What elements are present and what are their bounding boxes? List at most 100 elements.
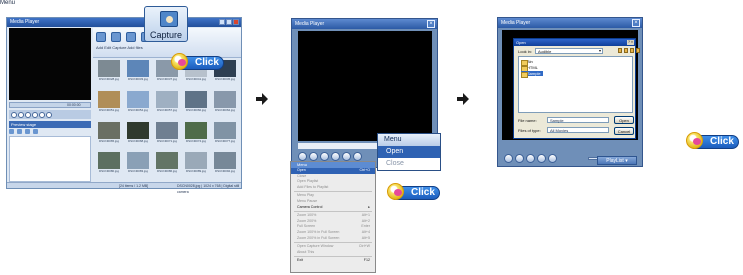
thumbnail-item[interactable]: DSCN0033.jpg [125, 60, 151, 86]
forward-icon[interactable] [353, 152, 362, 161]
thumbnail-caption: DSCN0065.jpg [98, 138, 119, 143]
thumbnail-caption: DSCN0057.jpg [156, 107, 177, 112]
thumbnail-item[interactable]: DSCN0074.jpg [183, 121, 209, 148]
folder-item-selected[interactable]: Sample [521, 71, 543, 78]
step1-window-title: Media Player [10, 19, 40, 25]
rewind-icon[interactable] [504, 154, 513, 163]
rewind-icon[interactable] [11, 111, 17, 118]
next-icon[interactable] [342, 152, 351, 161]
close-icon[interactable] [233, 19, 239, 25]
thumbnail-item[interactable]: DSCN0062.jpg [212, 90, 238, 117]
menu-item[interactable]: Add Files to Playlist [291, 185, 375, 191]
files-of-type-label: Files of type: [518, 128, 541, 133]
next-icon[interactable] [548, 154, 557, 163]
thumbnail-image [98, 152, 120, 170]
thumbnail-item[interactable]: DSCN0092.jpg [212, 152, 238, 178]
maximize-icon[interactable] [226, 19, 232, 25]
zoom-in-icon[interactable] [9, 129, 14, 134]
menu-list-rows: Open Ctrl+O Close Open Playlist Add Files to… [291, 168, 375, 264]
step-arrow-2-icon [457, 93, 469, 105]
menu-item[interactable]: Exit F12 [291, 258, 375, 264]
zoom-out-icon[interactable] [17, 129, 22, 134]
thumbnail-item[interactable]: DSCN0057.jpg [154, 90, 180, 117]
folder-item[interactable]: Bin [521, 59, 533, 66]
thumbnail-item[interactable]: DSCN0071.jpg [154, 121, 180, 148]
cancel-button[interactable]: Cancel [614, 127, 634, 135]
add-icon[interactable] [96, 32, 106, 42]
rewind-icon[interactable] [298, 152, 307, 161]
menu-item[interactable]: Camera Control ▸ [291, 205, 375, 211]
prev-icon[interactable] [515, 154, 524, 163]
thumbnail-caption: DSCN0071.jpg [156, 138, 177, 143]
thumbnail-caption: DSCN0033.jpg [127, 77, 148, 81]
up-folder-icon[interactable] [624, 48, 628, 53]
thumbnail-item[interactable]: DSCN0077.jpg [212, 121, 238, 148]
open-button[interactable]: Open [614, 116, 634, 124]
new-folder-icon[interactable] [630, 48, 634, 53]
play-icon[interactable] [526, 154, 535, 163]
dialog-nav-icons [618, 48, 640, 53]
file-name-label: File name: [518, 118, 537, 123]
thumbnail-item[interactable]: DSCN0068.jpg [125, 121, 151, 148]
record-icon[interactable] [46, 111, 52, 118]
search-icon[interactable] [25, 129, 30, 134]
capture-icon[interactable] [126, 32, 136, 42]
click-label-2: Click [411, 187, 435, 198]
popup-menu-header[interactable]: Menu [378, 134, 440, 146]
thumbnail-caption: DSCN0092.jpg [214, 169, 235, 174]
thumbnail-item[interactable]: DSCN0051.jpg [96, 90, 122, 117]
thumbnail-caption: DSCN0028.jpg [98, 77, 119, 81]
pointer-icon [171, 53, 188, 70]
thumbnail-caption: DSCN0086.jpg [156, 169, 177, 174]
thumbnail-item[interactable]: DSCN0060.jpg [183, 90, 209, 117]
menu-item-shortcut: F12 [363, 258, 370, 263]
close-icon[interactable]: × [632, 19, 640, 27]
thumbnail-item[interactable]: DSCN0086.jpg [154, 152, 180, 178]
thumbnail-caption: DSCN0074.jpg [185, 138, 206, 143]
stop-icon[interactable] [537, 154, 546, 163]
fit-icon[interactable] [33, 129, 38, 134]
thumbnail-item[interactable]: DSCN0083.jpg [125, 152, 151, 178]
step3-playlist-button[interactable]: PlayList ▾ [597, 156, 637, 165]
look-in-select[interactable]: Audible [535, 48, 604, 54]
pause-icon[interactable] [25, 111, 31, 118]
minimize-icon[interactable] [219, 19, 225, 25]
play-icon[interactable] [18, 111, 24, 118]
step3-menu-button[interactable]: Menu [0, 0, 42, 6]
step2-video-screen [298, 31, 432, 141]
step1-window-controls [219, 19, 239, 25]
forward-icon[interactable] [39, 111, 45, 118]
prev-icon[interactable] [309, 152, 318, 161]
thumbnail-item[interactable]: DSCN0089.jpg [183, 152, 209, 178]
thumbnail-item[interactable]: DSCN0080.jpg [96, 152, 122, 178]
menu-item-label: Open Capture Window [297, 244, 334, 249]
thumbnail-item[interactable]: DSCN0065.jpg [96, 121, 122, 148]
thumbnail-caption: DSCN0060.jpg [185, 107, 206, 112]
dialog-title-buttons[interactable]: ? × [627, 40, 634, 45]
file-name-input[interactable]: Sample [547, 117, 609, 123]
menu-item[interactable]: Zoom 200% in Full Screen Alt+5 [291, 236, 375, 242]
thumbnail-item[interactable]: DSCN0028.jpg [96, 60, 122, 86]
thumbnail-item[interactable]: DSCN0054.jpg [125, 90, 151, 117]
play-icon[interactable] [320, 152, 329, 161]
folder-item[interactable]: HTML [521, 65, 538, 72]
popup-close-item[interactable]: Close [378, 158, 440, 170]
menu-item-label: Add Files to Playlist [297, 184, 329, 189]
stop-icon[interactable] [331, 152, 340, 161]
files-of-type-select[interactable]: All Movies [547, 127, 609, 133]
menu-item[interactable]: About This [291, 250, 375, 256]
stop-icon[interactable] [32, 111, 38, 118]
thumbnail-image [98, 121, 120, 139]
view-menu-icon[interactable] [636, 48, 640, 53]
thumbnail-image [185, 90, 207, 108]
step1-panel-body [9, 136, 91, 182]
popup-open-item[interactable]: Open [378, 146, 440, 158]
menu-separator [294, 242, 372, 244]
click-label-1: Click [195, 57, 219, 68]
menu-item-label: Zoom 200% in Full Screen [297, 235, 340, 240]
edit-icon[interactable] [111, 32, 121, 42]
thumbnail-image [156, 121, 178, 139]
capture-callout[interactable]: Capture [144, 6, 188, 42]
close-icon[interactable]: × [427, 20, 435, 28]
back-icon[interactable] [618, 48, 622, 53]
